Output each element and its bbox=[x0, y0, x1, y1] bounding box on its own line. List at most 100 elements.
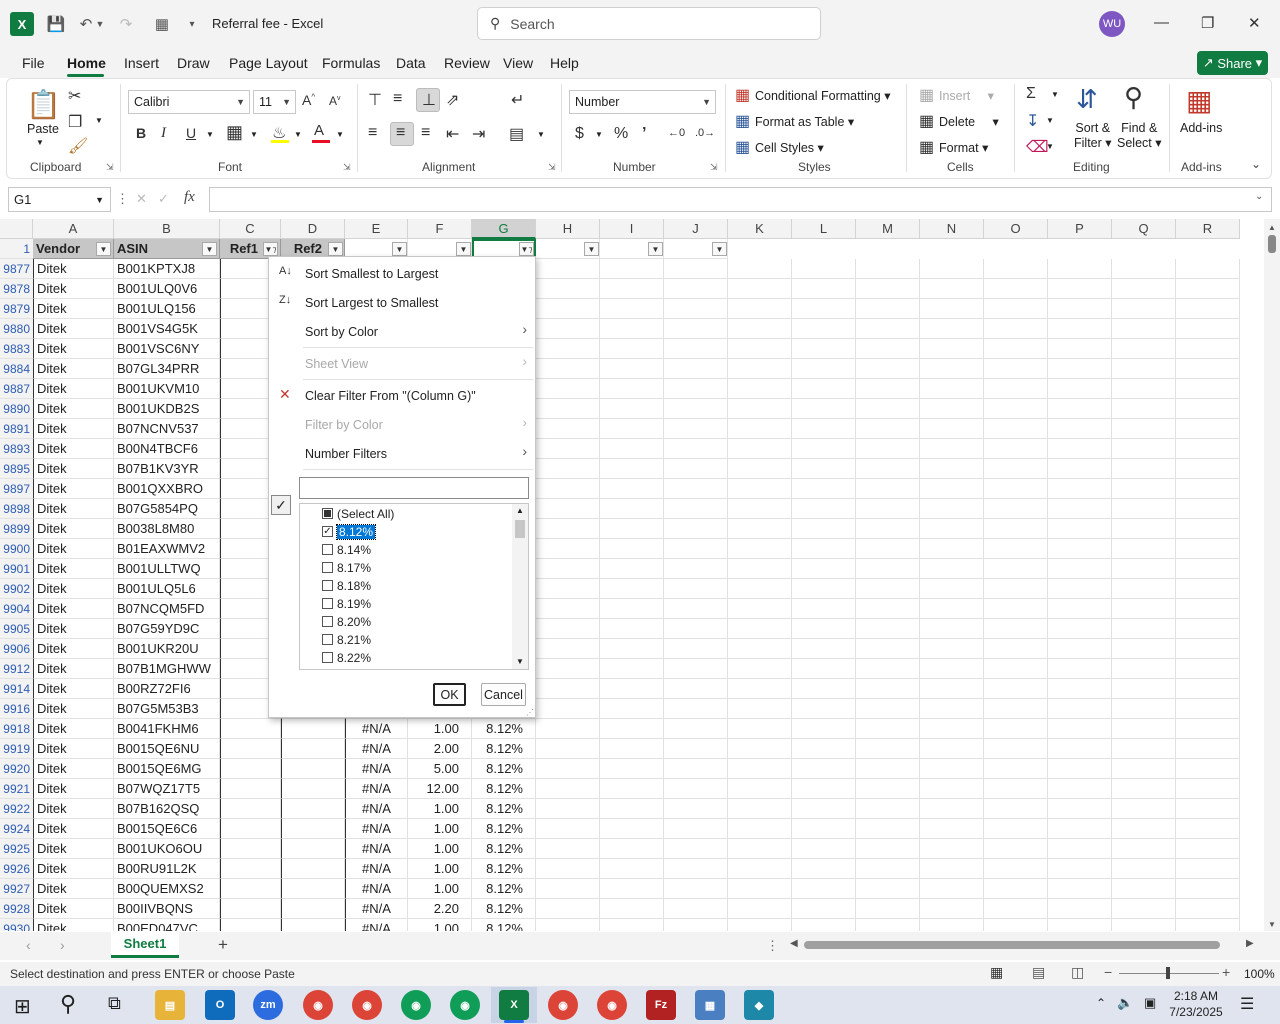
cell-empty[interactable] bbox=[1112, 879, 1176, 899]
next-sheet-icon[interactable]: › bbox=[60, 937, 65, 953]
comma-style-icon[interactable]: ʼ bbox=[642, 125, 646, 143]
cell-empty[interactable] bbox=[728, 579, 792, 599]
column-header-m[interactable]: M bbox=[856, 219, 920, 239]
row-header[interactable]: 9914 bbox=[0, 679, 33, 699]
normal-view-icon[interactable]: ▦ bbox=[990, 964, 1003, 981]
row-header[interactable]: 9906 bbox=[0, 639, 33, 659]
cell-empty[interactable] bbox=[536, 799, 600, 819]
cell-empty[interactable] bbox=[600, 319, 664, 339]
increase-indent-icon[interactable]: ⇥ bbox=[472, 124, 485, 144]
format-cells-button[interactable]: Format ▾ bbox=[939, 140, 988, 155]
font-launcher-icon[interactable]: ⇲ bbox=[343, 162, 351, 173]
cell-e[interactable]: #N/A bbox=[345, 839, 408, 859]
cell-asin[interactable]: B01EAXWMV2 bbox=[114, 539, 220, 559]
cell-asin[interactable]: B001UKO6OU bbox=[114, 839, 220, 859]
vertical-scrollbar[interactable]: ▲ ▼ bbox=[1264, 219, 1280, 931]
cell-empty[interactable] bbox=[984, 319, 1048, 339]
cell-empty[interactable] bbox=[984, 679, 1048, 699]
checkbox-icon[interactable] bbox=[322, 544, 333, 555]
cancel-button[interactable]: Cancel bbox=[481, 683, 526, 706]
row-header[interactable]: 9919 bbox=[0, 739, 33, 759]
cell-empty[interactable] bbox=[920, 899, 984, 919]
checkbox-icon[interactable] bbox=[322, 580, 333, 591]
cell-empty[interactable] bbox=[664, 259, 728, 279]
column-header-b[interactable]: B bbox=[114, 219, 220, 239]
cell-empty[interactable] bbox=[536, 439, 600, 459]
cell-empty[interactable] bbox=[1176, 279, 1240, 299]
increase-decimal-icon[interactable]: ←0 bbox=[668, 127, 685, 139]
cell-empty[interactable] bbox=[728, 919, 792, 931]
cell-empty[interactable] bbox=[1176, 859, 1240, 879]
cell-empty[interactable] bbox=[984, 899, 1048, 919]
row-header[interactable]: 9905 bbox=[0, 619, 33, 639]
cell-empty[interactable] bbox=[600, 519, 664, 539]
cell-empty[interactable] bbox=[1112, 899, 1176, 919]
menu-draw[interactable]: Draw bbox=[177, 55, 210, 71]
cell-empty[interactable] bbox=[536, 539, 600, 559]
cell-empty[interactable] bbox=[728, 419, 792, 439]
cell-empty[interactable] bbox=[728, 539, 792, 559]
more-options-icon[interactable]: ⋮ bbox=[766, 938, 779, 954]
cell-empty[interactable] bbox=[728, 479, 792, 499]
cell-empty[interactable] bbox=[792, 779, 856, 799]
cell-empty[interactable] bbox=[856, 799, 920, 819]
cell-empty[interactable] bbox=[728, 699, 792, 719]
cell-empty[interactable] bbox=[856, 419, 920, 439]
cell-empty[interactable] bbox=[1048, 659, 1112, 679]
cell-empty[interactable] bbox=[728, 599, 792, 619]
format-as-table-button[interactable]: Format as Table ▾ bbox=[755, 114, 854, 129]
increase-font-icon[interactable]: A^ bbox=[302, 92, 315, 108]
cell-empty[interactable] bbox=[1176, 339, 1240, 359]
cell-vendor[interactable]: Ditek bbox=[33, 459, 114, 479]
cell-empty[interactable] bbox=[920, 479, 984, 499]
cell-empty[interactable] bbox=[1176, 679, 1240, 699]
cell-empty[interactable] bbox=[920, 779, 984, 799]
number-filters-item[interactable]: Number Filters bbox=[305, 447, 387, 461]
cell-f[interactable]: 1.00 bbox=[408, 859, 472, 879]
cell-vendor[interactable]: Ditek bbox=[33, 659, 114, 679]
row-header[interactable]: 9930 bbox=[0, 919, 33, 931]
cell-empty[interactable] bbox=[1112, 819, 1176, 839]
page-break-view-icon[interactable]: ◫ bbox=[1071, 964, 1084, 981]
font-name-combo[interactable]: Calibri ▼ bbox=[128, 90, 250, 114]
cell-vendor[interactable]: Ditek bbox=[33, 699, 114, 719]
cell-empty[interactable] bbox=[1112, 719, 1176, 739]
cell-asin[interactable]: B0015QE6NU bbox=[114, 739, 220, 759]
cell-empty[interactable] bbox=[536, 419, 600, 439]
cell-empty[interactable] bbox=[1176, 699, 1240, 719]
cell-empty[interactable] bbox=[856, 339, 920, 359]
cell-empty[interactable] bbox=[856, 319, 920, 339]
filter-button-j[interactable]: ▼ bbox=[712, 242, 727, 256]
notifications-icon[interactable]: ☰ bbox=[1240, 994, 1254, 1014]
cell-empty[interactable] bbox=[728, 839, 792, 859]
cell-empty[interactable] bbox=[728, 719, 792, 739]
cell-empty[interactable] bbox=[984, 659, 1048, 679]
cell-vendor[interactable]: Ditek bbox=[33, 779, 114, 799]
cell-empty[interactable] bbox=[856, 899, 920, 919]
cell-empty[interactable] bbox=[856, 879, 920, 899]
cell-empty[interactable] bbox=[1048, 599, 1112, 619]
cell-asin[interactable]: B07NCNV537 bbox=[114, 419, 220, 439]
cell-empty[interactable] bbox=[984, 559, 1048, 579]
row-header[interactable]: 9895 bbox=[0, 459, 33, 479]
cell-empty[interactable] bbox=[536, 919, 600, 931]
network-icon[interactable]: ▣ bbox=[1144, 995, 1156, 1011]
cell-empty[interactable] bbox=[920, 599, 984, 619]
cell-empty[interactable] bbox=[1048, 479, 1112, 499]
cell-empty[interactable] bbox=[984, 619, 1048, 639]
cell-empty[interactable] bbox=[664, 719, 728, 739]
cell-empty[interactable] bbox=[664, 459, 728, 479]
cell-empty[interactable] bbox=[728, 879, 792, 899]
cell-g[interactable]: 8.12% bbox=[472, 919, 536, 931]
cell-empty[interactable] bbox=[664, 279, 728, 299]
cell-empty[interactable] bbox=[1048, 739, 1112, 759]
cell-empty[interactable] bbox=[792, 479, 856, 499]
cell-vendor[interactable]: Ditek bbox=[33, 379, 114, 399]
cell-empty[interactable] bbox=[1112, 399, 1176, 419]
cell-g[interactable]: 8.12% bbox=[472, 719, 536, 739]
cell-empty[interactable] bbox=[728, 379, 792, 399]
cell-empty[interactable] bbox=[984, 519, 1048, 539]
cell-empty[interactable] bbox=[792, 739, 856, 759]
row-header[interactable]: 9877 bbox=[0, 259, 33, 279]
cell-vendor[interactable]: Ditek bbox=[33, 759, 114, 779]
